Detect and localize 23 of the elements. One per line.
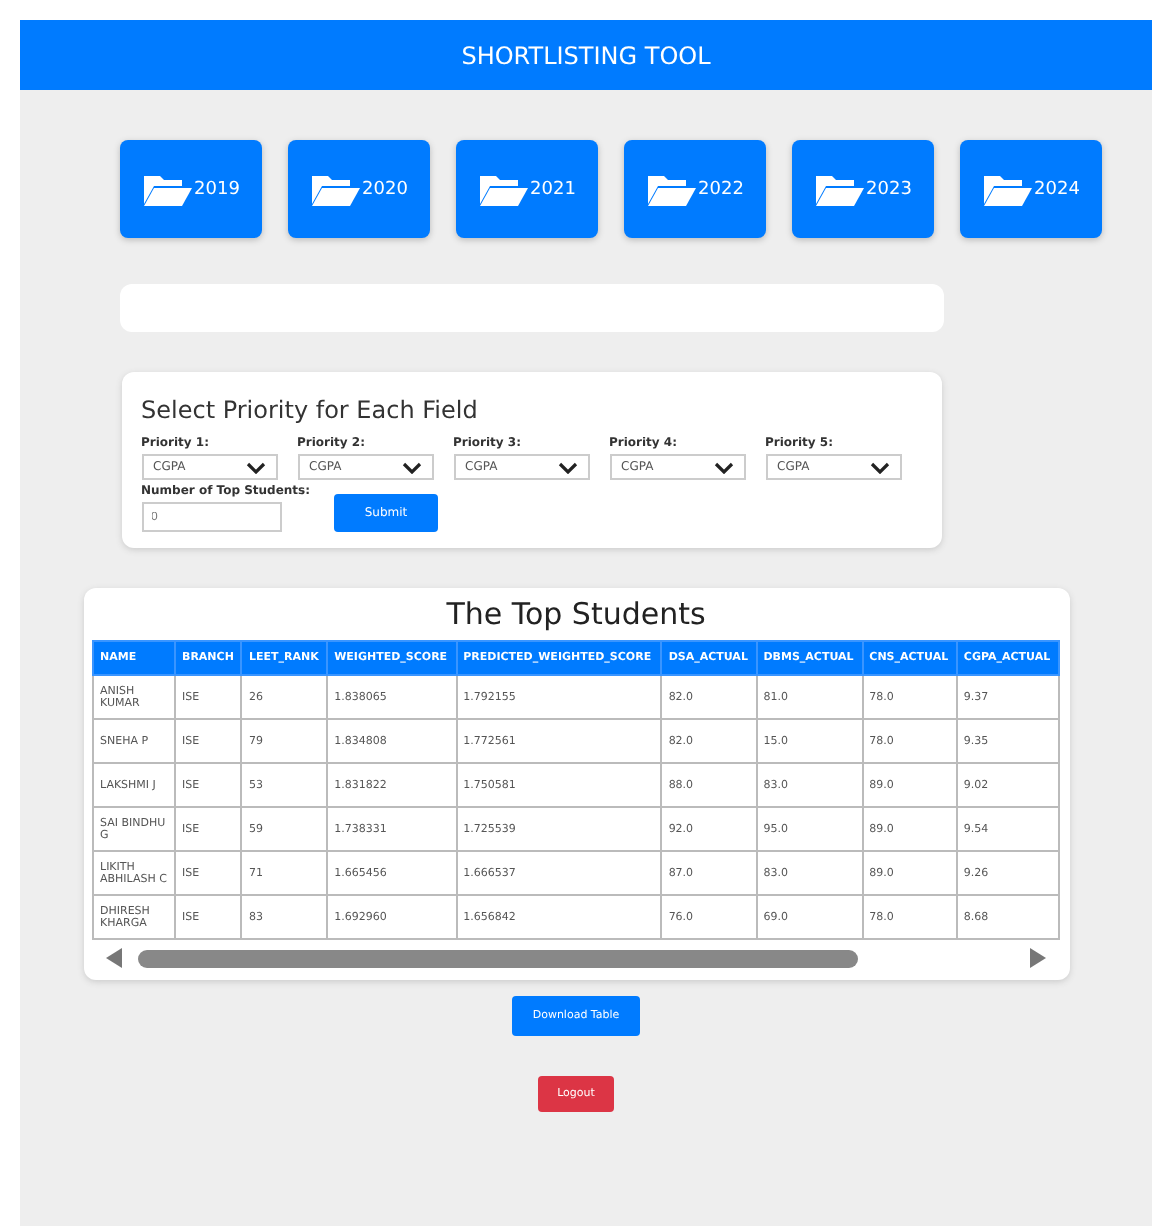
- folder-button[interactable]: 2019: [120, 140, 262, 238]
- folder-icon: [310, 171, 363, 207]
- app-title: SHORTLISTING TOOL: [461, 41, 711, 69]
- table-title: The Top Students: [446, 596, 706, 632]
- folder-icon: [478, 171, 531, 207]
- chevron-down-icon: [713, 461, 733, 473]
- folder-button[interactable]: 2021: [456, 140, 598, 238]
- folder-button[interactable]: 2020: [288, 140, 430, 238]
- chevron-down-icon: [245, 461, 265, 473]
- folder-icon: [982, 171, 1035, 207]
- folder-button[interactable]: 2023: [792, 140, 934, 238]
- scroll-right-icon[interactable]: [1030, 948, 1046, 968]
- folder-button[interactable]: 2024: [960, 140, 1102, 238]
- folder-icon: [646, 171, 699, 207]
- scroll-left-icon[interactable]: [106, 948, 122, 968]
- folder-button[interactable]: 2022: [624, 140, 766, 238]
- scrollbar-thumb[interactable]: [138, 949, 858, 967]
- chevron-down-icon: [557, 461, 577, 473]
- chevron-down-icon: [869, 461, 889, 473]
- section-title: Select Priority for Each Field: [141, 396, 480, 424]
- chevron-down-icon: [401, 461, 421, 473]
- folder-icon: [814, 171, 867, 207]
- folder-icon: [142, 171, 195, 207]
